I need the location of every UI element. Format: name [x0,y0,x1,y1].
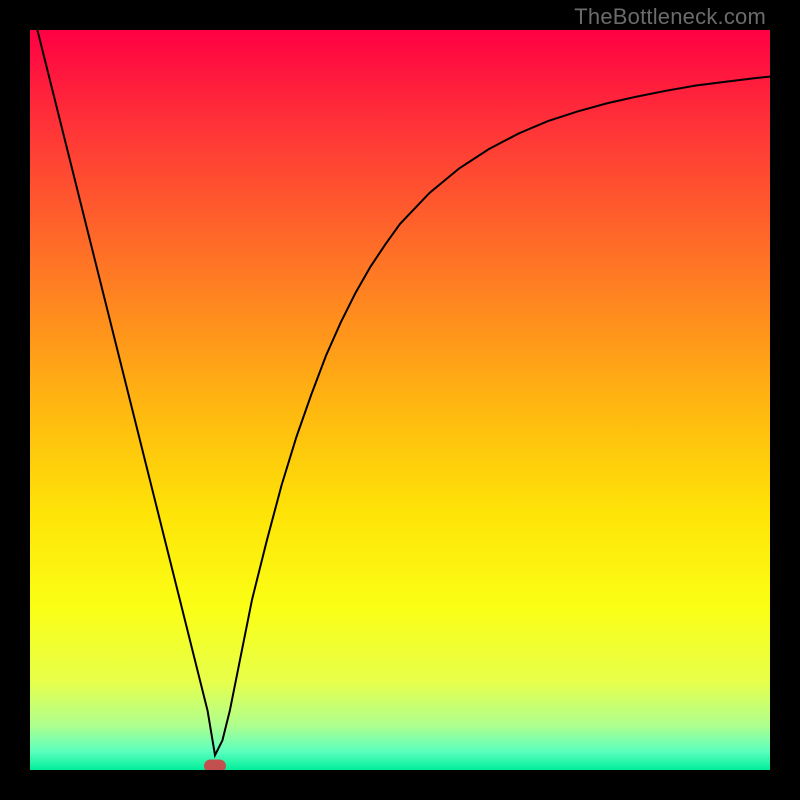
gradient-background [30,30,770,770]
plot-area [30,30,770,770]
chart-svg [30,30,770,770]
watermark-text: TheBottleneck.com [574,4,766,30]
optimum-marker [204,760,226,770]
chart-frame: TheBottleneck.com [0,0,800,800]
